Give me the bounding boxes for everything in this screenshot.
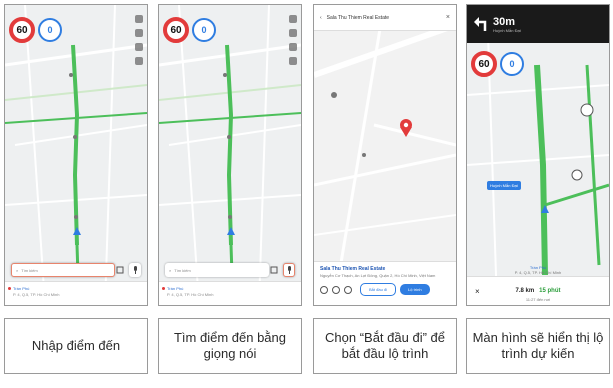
map-view[interactable] bbox=[5, 5, 147, 305]
map-tools bbox=[289, 15, 297, 65]
close-icon[interactable]: × bbox=[446, 14, 450, 21]
navigate-icon[interactable] bbox=[115, 264, 125, 276]
search-icon: ⌕ bbox=[16, 267, 19, 273]
mic-button[interactable] bbox=[129, 263, 141, 277]
mic-button[interactable] bbox=[283, 263, 295, 277]
turn-left-icon bbox=[474, 17, 487, 31]
place-card: Sala Thu Thiem Real Estate Nguyễn Cơ Thạ… bbox=[314, 261, 456, 305]
place-title: Sala Thu Thiem Real Estate bbox=[320, 266, 386, 272]
caption-4-text: Màn hình sẽ hiển thị lộ trình dự kiến bbox=[472, 330, 604, 361]
caption-1-text: Nhập điểm đến bbox=[31, 338, 121, 353]
recent-sub: P. 4, Q.5, TP. Hồ Chí Minh bbox=[167, 292, 214, 297]
speed-limit-sign: 60 bbox=[471, 51, 497, 77]
search-value: Sala Thu Thiem Real Estate bbox=[326, 14, 390, 21]
pin-icon bbox=[8, 287, 11, 290]
phone-screen-4: 30m Huỳnh Mẫn Đạt 60 0 Huỳnh Mẫn Đạt × 7… bbox=[466, 4, 610, 306]
dest-sub: P. 4, Q.5, TP. Hồ Chí Minh bbox=[514, 270, 562, 275]
place-actions: Bắt đầu đi Lộ trình bbox=[320, 283, 450, 296]
caption-3-text: Chọn “Bắt đầu đi” để bắt đầu lộ trình bbox=[325, 330, 445, 361]
search-placeholder: Tìm kiếm bbox=[21, 267, 38, 273]
search-placeholder: Tìm kiếm bbox=[174, 267, 191, 273]
recent-place[interactable]: Trần Phú P. 4, Q.5, TP. Hồ Chí Minh bbox=[159, 281, 301, 305]
phone-screen-1: 60 0 ⌕ Tìm kiếm Trần Phú P. 4, Q.5, TP. … bbox=[4, 4, 148, 306]
speed-limit-sign: 60 bbox=[9, 17, 35, 43]
map-view[interactable] bbox=[314, 5, 456, 305]
phone-screen-3: ‹ Sala Thu Thiem Real Estate × Sala Thu … bbox=[313, 4, 457, 306]
current-speed-value: 0 bbox=[47, 25, 53, 35]
settings-icon[interactable] bbox=[289, 57, 297, 65]
mic-icon bbox=[133, 266, 137, 274]
save-icon[interactable] bbox=[344, 285, 352, 294]
layers-icon[interactable] bbox=[135, 15, 143, 23]
current-speed-value: 0 bbox=[201, 25, 207, 35]
street-label: Huỳnh Mẫn Đạt bbox=[487, 181, 521, 190]
recent-title: Trần Phú bbox=[13, 286, 30, 291]
phone-screen-2: 60 0 ⌕ Tìm kiếm Trần Phú P. 4, Q.5, TP. … bbox=[158, 4, 302, 306]
turn-street: Huỳnh Mẫn Đạt bbox=[493, 27, 521, 33]
caption-2: Tìm điểm đến bằng giọng nói bbox=[158, 318, 302, 374]
current-speed: 0 bbox=[192, 18, 216, 42]
recent-title: Trần Phú bbox=[167, 286, 184, 291]
route-button[interactable]: Lộ trình bbox=[400, 284, 430, 295]
speed-limit-sign: 60 bbox=[163, 17, 189, 43]
close-icon[interactable]: × bbox=[475, 287, 480, 296]
compass-icon[interactable] bbox=[135, 29, 143, 37]
place-sub: Nguyễn Cơ Thạch, An Lợi Đông, Quận 2, Hồ… bbox=[320, 273, 436, 278]
map-view[interactable] bbox=[467, 5, 609, 305]
recent-sub: P. 4, Q.5, TP. Hồ Chí Minh bbox=[13, 292, 60, 297]
trip-time: 15 phút bbox=[539, 288, 561, 294]
map-view[interactable] bbox=[159, 5, 301, 305]
current-speed-value: 0 bbox=[509, 59, 515, 69]
search-header[interactable]: ‹ Sala Thu Thiem Real Estate × bbox=[314, 5, 456, 31]
caption-4: Màn hình sẽ hiển thị lộ trình dự kiến bbox=[466, 318, 610, 374]
caption-2-text: Tìm điểm đến bằng giọng nói bbox=[173, 330, 286, 361]
arrival-time: 11:27 đến nơi bbox=[525, 297, 551, 302]
compass-icon[interactable] bbox=[289, 29, 297, 37]
settings-icon[interactable] bbox=[135, 57, 143, 65]
share-icon[interactable] bbox=[332, 285, 340, 294]
current-speed: 0 bbox=[500, 52, 524, 76]
trip-summary[interactable]: × 7.8 km 15 phút 11:27 đến nơi bbox=[467, 276, 609, 305]
traffic-icon[interactable] bbox=[289, 43, 297, 51]
caption-1: Nhập điểm đến bbox=[4, 318, 148, 374]
current-speed: 0 bbox=[38, 18, 62, 42]
traffic-icon[interactable] bbox=[135, 43, 143, 51]
map-tools bbox=[135, 15, 143, 65]
search-input[interactable]: ⌕ Tìm kiếm bbox=[11, 263, 115, 277]
layers-icon[interactable] bbox=[289, 15, 297, 23]
search-icon: ⌕ bbox=[169, 267, 172, 273]
start-button[interactable]: Bắt đầu đi bbox=[360, 283, 397, 296]
search-nearby-icon[interactable] bbox=[320, 285, 328, 294]
caption-3: Chọn “Bắt đầu đi” để bắt đầu lộ trình bbox=[313, 318, 457, 374]
search-input[interactable]: ⌕ Tìm kiếm bbox=[165, 263, 269, 277]
mic-icon bbox=[287, 266, 291, 274]
turn-guidance: 30m Huỳnh Mẫn Đạt bbox=[467, 5, 609, 43]
turn-distance: 30m bbox=[493, 15, 516, 28]
recent-place[interactable]: Trần Phú P. 4, Q.5, TP. Hồ Chí Minh bbox=[5, 281, 147, 305]
trip-distance: 7.8 km bbox=[515, 288, 535, 294]
navigate-icon[interactable] bbox=[269, 264, 279, 276]
dest-info: Trần Phú P. 4, Q.5, TP. Hồ Chí Minh bbox=[467, 265, 609, 275]
back-icon[interactable]: ‹ bbox=[320, 15, 322, 21]
pin-icon bbox=[162, 287, 165, 290]
